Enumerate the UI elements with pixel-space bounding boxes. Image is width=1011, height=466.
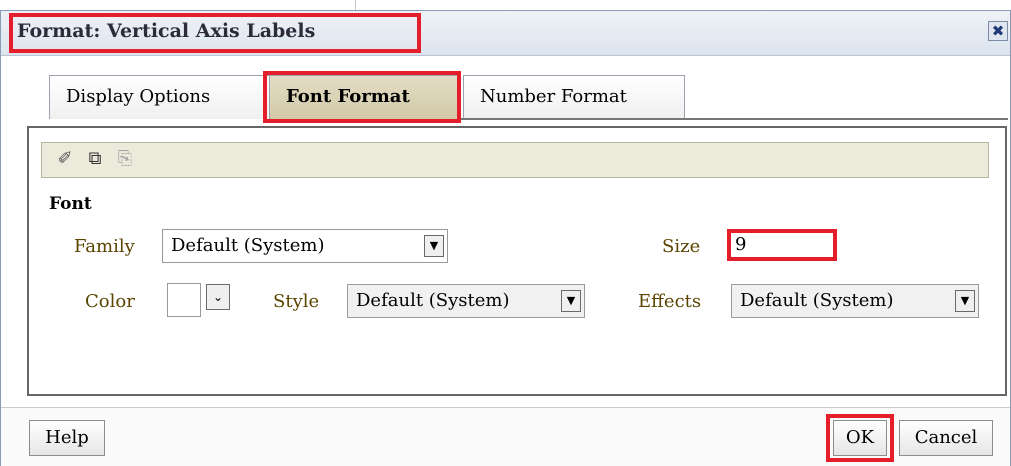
color-label: Color <box>85 291 135 312</box>
chevron-down-icon[interactable]: ▼ <box>955 290 975 312</box>
copy-icon[interactable]: ⧉ <box>84 147 106 171</box>
color-dropdown-icon[interactable]: ⌄ <box>206 284 230 310</box>
ok-highlight-box <box>826 414 894 462</box>
font-format-panel: ✐ ⧉ ⎘ Font Family Default (System) ▼ Siz… <box>27 126 1007 396</box>
close-icon[interactable]: ✖ <box>988 21 1008 41</box>
format-dialog: Format: Vertical Axis Labels ✖ Display O… <box>0 10 1011 466</box>
background-divider <box>355 0 356 10</box>
chevron-down-icon[interactable]: ▼ <box>561 290 581 312</box>
color-swatch[interactable] <box>167 283 201 317</box>
tab-display-options[interactable]: Display Options <box>49 75 271 119</box>
style-value: Default (System) <box>356 290 510 311</box>
style-label: Style <box>273 291 320 312</box>
family-select[interactable]: Default (System) ▼ <box>162 229 448 263</box>
dialog-footer: Help OK Cancel <box>1 407 1010 466</box>
cancel-button[interactable]: Cancel <box>899 420 993 456</box>
paste-icon[interactable]: ⎘ <box>114 147 136 171</box>
tab-highlight-box <box>263 71 461 123</box>
format-toolbar: ✐ ⧉ ⎘ <box>41 142 989 178</box>
family-value: Default (System) <box>171 235 325 256</box>
help-button[interactable]: Help <box>29 420 105 456</box>
dialog-titlebar: Format: Vertical Axis Labels ✖ <box>1 11 1010 56</box>
effects-label: Effects <box>638 291 702 312</box>
font-section-label: Font <box>49 194 92 214</box>
effects-value: Default (System) <box>740 290 894 311</box>
tab-bar-line <box>461 118 1008 120</box>
effects-select[interactable]: Default (System) ▼ <box>731 284 979 318</box>
eraser-icon[interactable]: ✐ <box>54 147 76 171</box>
chevron-down-icon[interactable]: ▼ <box>424 235 444 257</box>
style-select[interactable]: Default (System) ▼ <box>347 284 585 318</box>
family-label: Family <box>74 236 135 257</box>
tab-number-format[interactable]: Number Format <box>463 75 685 119</box>
size-label: Size <box>662 236 701 257</box>
title-highlight-box <box>9 13 421 53</box>
size-input[interactable]: 9 <box>727 229 837 261</box>
